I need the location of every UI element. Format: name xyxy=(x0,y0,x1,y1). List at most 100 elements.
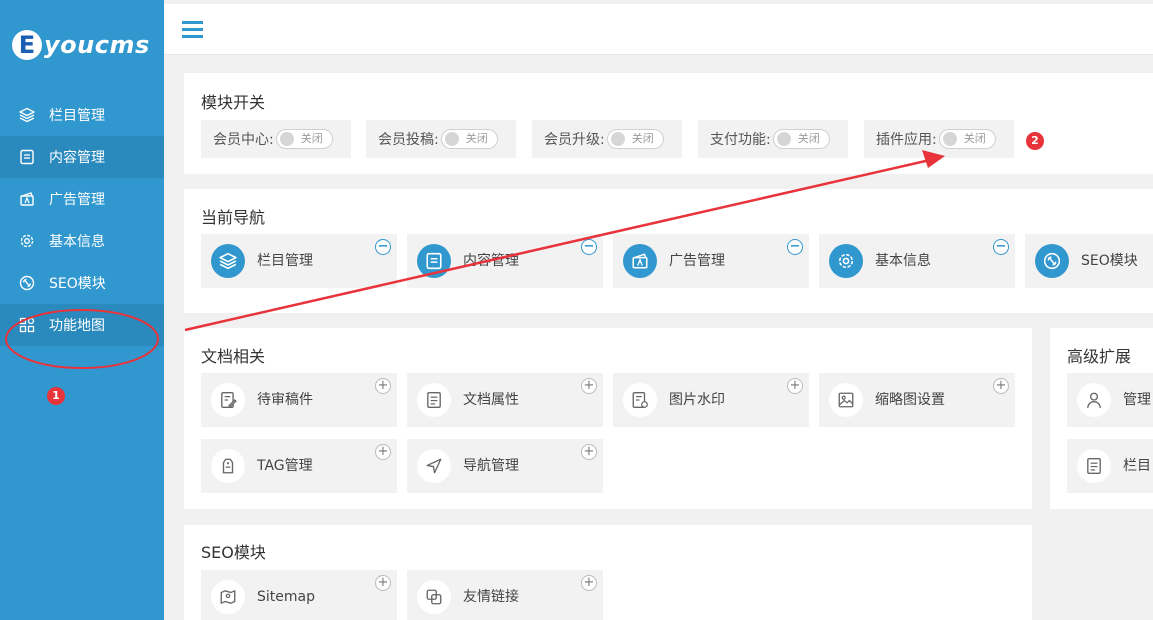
add-icon[interactable]: + xyxy=(581,444,597,460)
card-label: 图片水印 xyxy=(669,392,725,408)
sidebar: E youcms 栏目管理 内容管理 广告管理 基本信息 SEO模块 功能地图 … xyxy=(0,0,164,620)
switch-member-center: 会员中心: 关闭 xyxy=(201,120,351,158)
document-icon xyxy=(417,383,451,417)
switch-label: 支付功能: xyxy=(710,132,771,148)
user-icon xyxy=(1077,383,1111,417)
doc-card-tag[interactable]: TAG管理 + xyxy=(201,439,397,493)
ad-icon xyxy=(623,244,657,278)
panel-title: 高级扩展 xyxy=(1067,347,1132,366)
sidebar-item-label: 功能地图 xyxy=(49,318,105,334)
document-icon xyxy=(18,148,36,166)
nav-card-column-management[interactable]: 栏目管理 − xyxy=(201,234,397,288)
panel-title: 当前导航 xyxy=(201,208,266,227)
switch-label: 插件应用: xyxy=(876,132,937,148)
switch-plugin-app: 插件应用: 关闭 xyxy=(864,120,1014,158)
toggle-switch[interactable]: 关闭 xyxy=(440,129,498,149)
doc-card-attributes[interactable]: 文档属性 + xyxy=(407,373,603,427)
link-icon xyxy=(417,580,451,614)
toggle-state: 关闭 xyxy=(465,132,488,145)
sidebar-item-ad-management[interactable]: 广告管理 xyxy=(0,178,164,220)
annotation-badge-1: 1 xyxy=(47,387,65,405)
toggle-switch[interactable]: 关闭 xyxy=(275,129,333,149)
menu-toggle-icon[interactable] xyxy=(182,21,203,38)
sidebar-item-label: 广告管理 xyxy=(49,192,105,208)
card-label: 文档属性 xyxy=(463,392,519,408)
seo-icon xyxy=(18,274,36,292)
layers-icon xyxy=(18,106,36,124)
card-label: 待审稿件 xyxy=(257,392,313,408)
card-label: 内容管理 xyxy=(463,253,519,269)
add-icon[interactable]: + xyxy=(581,575,597,591)
nav-card-content-management[interactable]: 内容管理 − xyxy=(407,234,603,288)
card-label: Sitemap xyxy=(257,589,315,605)
adv-card-column[interactable]: 栏目 xyxy=(1067,439,1153,493)
sidebar-item-label: 栏目管理 xyxy=(49,108,105,124)
sidebar-item-column-management[interactable]: 栏目管理 xyxy=(0,94,164,136)
toggle-knob xyxy=(279,132,294,146)
add-icon[interactable]: + xyxy=(375,575,391,591)
sidebar-item-label: SEO模块 xyxy=(49,276,106,292)
card-label: 管理 xyxy=(1123,392,1151,408)
toggle-knob xyxy=(444,132,459,146)
toggle-knob xyxy=(776,132,791,146)
doc-card-navigation[interactable]: 导航管理 + xyxy=(407,439,603,493)
top-bar xyxy=(164,4,1153,55)
logo-text: youcms xyxy=(44,31,150,59)
seo-card-friend-links[interactable]: 友情链接 + xyxy=(407,570,603,620)
remove-icon[interactable]: − xyxy=(375,239,391,255)
sidebar-item-seo[interactable]: SEO模块 xyxy=(0,262,164,304)
add-icon[interactable]: + xyxy=(993,378,1009,394)
sidebar-item-label: 内容管理 xyxy=(49,150,105,166)
sidebar-item-function-map[interactable]: 功能地图 xyxy=(0,304,164,346)
switch-member-submission: 会员投稿: 关闭 xyxy=(366,120,516,158)
card-label: 导航管理 xyxy=(463,458,519,474)
card-label: 栏目 xyxy=(1123,458,1151,474)
toggle-state: 关闭 xyxy=(963,132,986,145)
gear-icon xyxy=(829,244,863,278)
add-icon[interactable]: + xyxy=(787,378,803,394)
card-label: 基本信息 xyxy=(875,253,931,269)
remove-icon[interactable]: − xyxy=(581,239,597,255)
sitemap-icon xyxy=(211,580,245,614)
toggle-switch[interactable]: 关闭 xyxy=(606,129,664,149)
toggle-state: 关闭 xyxy=(631,132,654,145)
document-icon xyxy=(1077,449,1111,483)
panel-title: 模块开关 xyxy=(201,93,266,112)
toggle-knob xyxy=(942,132,957,146)
add-icon[interactable]: + xyxy=(375,444,391,460)
remove-icon[interactable]: − xyxy=(993,239,1009,255)
sidebar-item-content-management[interactable]: 内容管理 xyxy=(0,136,164,178)
logo[interactable]: E youcms xyxy=(12,30,150,60)
gear-icon xyxy=(18,232,36,250)
doc-card-pending[interactable]: 待审稿件 + xyxy=(201,373,397,427)
toggle-knob xyxy=(610,132,625,146)
layers-icon xyxy=(211,244,245,278)
ad-icon xyxy=(18,190,36,208)
adv-card-admin[interactable]: 管理 xyxy=(1067,373,1153,427)
nav-card-ad-management[interactable]: 广告管理 − xyxy=(613,234,809,288)
grid-icon xyxy=(18,316,36,334)
toggle-switch[interactable]: 关闭 xyxy=(772,129,830,149)
switch-label: 会员中心: xyxy=(213,132,274,148)
sidebar-item-basic-info[interactable]: 基本信息 xyxy=(0,220,164,262)
document-icon xyxy=(417,244,451,278)
add-icon[interactable]: + xyxy=(375,378,391,394)
doc-card-watermark[interactable]: 图片水印 + xyxy=(613,373,809,427)
seo-card-sitemap[interactable]: Sitemap + xyxy=(201,570,397,620)
sidebar-item-label: 基本信息 xyxy=(49,234,105,250)
toggle-switch[interactable]: 关闭 xyxy=(938,129,996,149)
switch-payment: 支付功能: 关闭 xyxy=(698,120,848,158)
card-label: SEO模块 xyxy=(1081,253,1138,269)
card-label: 友情链接 xyxy=(463,589,519,605)
panel-title: 文档相关 xyxy=(201,347,266,366)
nav-card-seo[interactable]: SEO模块 xyxy=(1025,234,1153,288)
logo-mark: E xyxy=(12,30,42,60)
card-label: 广告管理 xyxy=(669,253,725,269)
toggle-state: 关闭 xyxy=(797,132,820,145)
sidebar-nav: 栏目管理 内容管理 广告管理 基本信息 SEO模块 功能地图 xyxy=(0,94,164,346)
pending-edit-icon xyxy=(211,383,245,417)
remove-icon[interactable]: − xyxy=(787,239,803,255)
nav-card-basic-info[interactable]: 基本信息 − xyxy=(819,234,1015,288)
add-icon[interactable]: + xyxy=(581,378,597,394)
doc-card-thumbnail[interactable]: 缩略图设置 + xyxy=(819,373,1015,427)
